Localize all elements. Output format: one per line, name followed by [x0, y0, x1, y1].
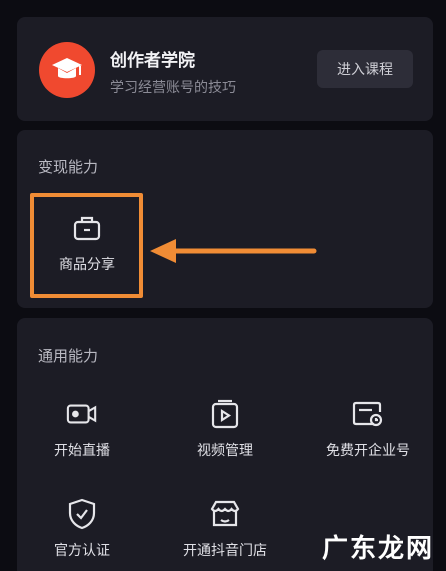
enterprise-account-label: 免费开企业号: [326, 443, 410, 459]
video-management-label: 视频管理: [197, 443, 253, 459]
store-icon: [209, 498, 241, 530]
enterprise-card-icon: [352, 398, 384, 430]
enter-course-button[interactable]: 进入课程: [317, 50, 413, 88]
official-cert-label: 官方认证: [54, 543, 110, 559]
section-title-common: 通用能力: [38, 347, 99, 365]
goods-share-label: 商品分享: [59, 257, 115, 273]
monetize-section: 变现能力 商品分享: [17, 130, 433, 308]
enterprise-account-item[interactable]: 免费开企业号: [313, 398, 423, 460]
watermark: 广东龙网: [321, 534, 434, 564]
shield-check-icon: [66, 498, 98, 530]
goods-share-item[interactable]: 商品分享: [32, 212, 142, 274]
arrow-left-icon: [150, 239, 317, 263]
academy-subtitle: 学习经营账号的技巧: [110, 80, 236, 96]
graduation-cap-icon: [39, 42, 95, 98]
start-live-label: 开始直播: [54, 443, 110, 459]
official-cert-item[interactable]: 官方认证: [27, 498, 137, 560]
camera-icon: [66, 398, 98, 430]
creator-academy-card[interactable]: 创作者学院 学习经营账号的技巧 进入课程: [17, 17, 433, 121]
start-live-item[interactable]: 开始直播: [27, 398, 137, 460]
briefcase-icon: [71, 212, 103, 244]
douyin-store-label: 开通抖音门店: [183, 543, 267, 559]
section-title-monetize: 变现能力: [38, 158, 99, 176]
douyin-store-item[interactable]: 开通抖音门店: [170, 498, 280, 560]
video-folder-icon: [209, 398, 241, 430]
academy-title: 创作者学院: [110, 51, 195, 71]
video-management-item[interactable]: 视频管理: [170, 398, 280, 460]
